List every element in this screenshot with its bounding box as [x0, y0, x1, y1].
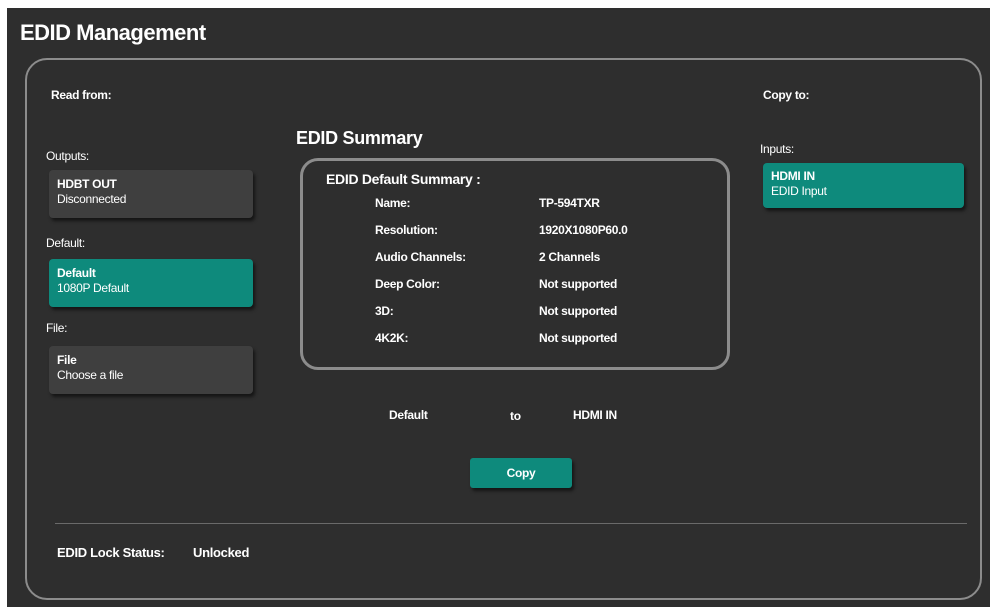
file-tile[interactable]: File Choose a file: [49, 346, 253, 394]
copy-button[interactable]: Copy: [470, 458, 572, 488]
file-tile-name: File: [57, 353, 77, 367]
summary-row-deep-color: Deep Color: Not supported: [375, 277, 705, 293]
default-tile-detail: 1080P Default: [57, 281, 129, 295]
copy-to-word: to: [510, 409, 521, 423]
summary-key: 3D:: [375, 304, 394, 318]
default-tile-name: Default: [57, 266, 96, 280]
input-tile-detail: EDID Input: [771, 184, 827, 198]
summary-title: EDID Summary: [296, 128, 423, 148]
summary-row-resolution: Resolution: 1920X1080P60.0: [375, 223, 705, 239]
edid-management-screen: EDID Management Read from: Outputs: HDBT…: [7, 8, 990, 607]
output-tile-name: HDBT OUT: [57, 177, 117, 191]
lock-status-value: Unlocked: [193, 545, 250, 560]
copy-target: HDMI IN: [573, 408, 617, 422]
default-tile[interactable]: Default 1080P Default: [49, 259, 253, 307]
summary-value: 2 Channels: [539, 250, 601, 264]
summary-row-4k2k: 4K2K: Not supported: [375, 331, 705, 347]
input-tile-hdmi-in[interactable]: HDMI IN EDID Input: [763, 163, 964, 208]
summary-value: Not supported: [539, 277, 618, 291]
output-tile-status: Disconnected: [57, 192, 127, 206]
summary-value: 1920X1080P60.0: [539, 223, 628, 237]
file-tile-detail: Choose a file: [57, 368, 124, 382]
outputs-label: Outputs:: [46, 149, 89, 163]
lock-status-label: EDID Lock Status:: [57, 545, 165, 560]
output-tile-hdbt-out[interactable]: HDBT OUT Disconnected: [49, 170, 253, 218]
file-label: File:: [46, 321, 68, 335]
page-title: EDID Management: [20, 20, 206, 45]
summary-row-name: Name: TP-594TXR: [375, 196, 705, 212]
input-tile-name: HDMI IN: [771, 169, 815, 183]
inputs-label: Inputs:: [760, 142, 794, 156]
summary-key: Deep Color:: [375, 277, 440, 291]
summary-row-3d: 3D: Not supported: [375, 304, 705, 320]
divider: [55, 523, 967, 524]
summary-value: TP-594TXR: [539, 196, 600, 210]
read-from-heading: Read from:: [51, 88, 112, 102]
copy-to-heading: Copy to:: [763, 88, 810, 102]
summary-box: EDID Default Summary : Name: TP-594TXR R…: [300, 158, 730, 370]
summary-key: Audio Channels:: [375, 250, 466, 264]
summary-box-heading: EDID Default Summary :: [326, 171, 481, 187]
copy-source: Default: [389, 408, 428, 422]
default-label: Default:: [46, 236, 85, 250]
summary-key: Resolution:: [375, 223, 438, 237]
summary-row-audio-channels: Audio Channels: 2 Channels: [375, 250, 705, 266]
summary-key: 4K2K:: [375, 331, 409, 345]
summary-value: Not supported: [539, 331, 618, 345]
summary-key: Name:: [375, 196, 411, 210]
summary-value: Not supported: [539, 304, 618, 318]
